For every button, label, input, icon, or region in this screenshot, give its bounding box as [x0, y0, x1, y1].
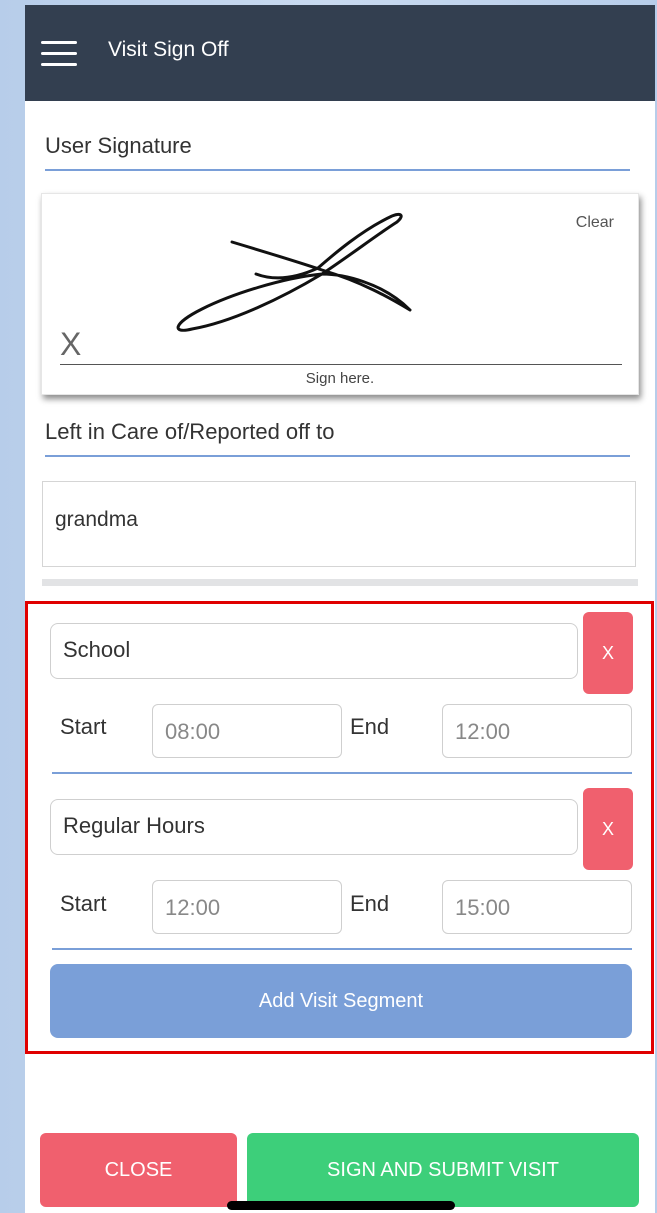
add-visit-segment-button[interactable]: Add Visit Segment: [50, 964, 632, 1038]
segment-type-input[interactable]: Regular Hours: [50, 799, 578, 855]
app-bar: Visit Sign Off: [25, 5, 655, 101]
section-separator: [42, 579, 638, 586]
sign-and-submit-button[interactable]: SIGN AND SUBMIT VISIT: [247, 1133, 639, 1207]
end-time-input[interactable]: 12:00: [442, 704, 632, 758]
signature-x-mark: X: [60, 326, 82, 362]
signature-pad[interactable]: Clear X Sign here.: [41, 193, 639, 395]
page-title: Visit Sign Off: [108, 38, 229, 61]
end-time-input[interactable]: 15:00: [442, 880, 632, 934]
remove-segment-button[interactable]: X: [583, 788, 633, 870]
visit-segments-panel: School X Start 08:00 End 12:00 Regular H…: [25, 601, 654, 1054]
segment-divider: [52, 948, 632, 950]
segment-divider: [52, 772, 632, 774]
remove-segment-button[interactable]: X: [583, 612, 633, 694]
menu-icon[interactable]: [41, 41, 77, 67]
segment-type-input[interactable]: School: [50, 623, 578, 679]
care-label: Left in Care of/Reported off to: [45, 419, 630, 457]
end-label: End: [350, 891, 390, 916]
care-input[interactable]: grandma: [42, 481, 636, 567]
signature-stroke: [176, 212, 412, 332]
close-button[interactable]: CLOSE: [40, 1133, 237, 1207]
home-indicator: [227, 1201, 455, 1210]
signature-line: [60, 364, 622, 365]
user-signature-label: User Signature: [45, 133, 630, 171]
start-label: Start: [60, 891, 107, 916]
start-label: Start: [60, 714, 107, 739]
end-label: End: [350, 714, 390, 739]
signature-hint: Sign here.: [305, 370, 375, 387]
start-time-input[interactable]: 08:00: [152, 704, 342, 758]
visit-sign-off-screen: Visit Sign Off User Signature Clear X Si…: [25, 5, 655, 1213]
start-time-input[interactable]: 12:00: [152, 880, 342, 934]
clear-signature-button[interactable]: Clear: [576, 214, 614, 232]
